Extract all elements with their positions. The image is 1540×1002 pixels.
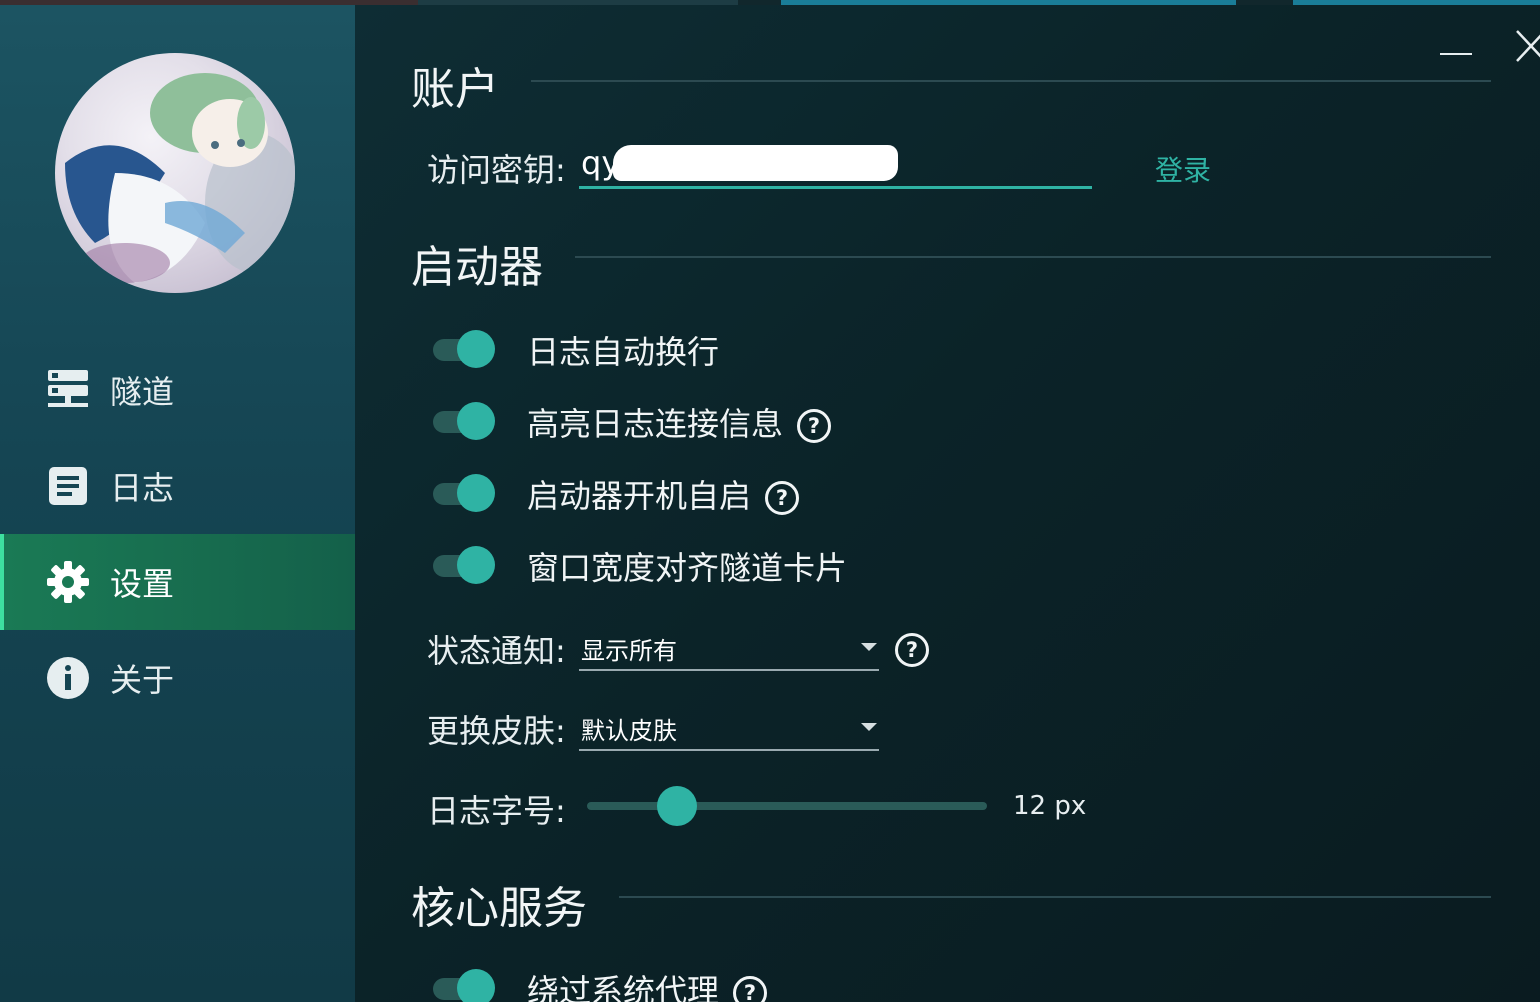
access-key-label: 访问密钥:	[427, 151, 566, 189]
sidebar-item-label: 关于	[110, 661, 175, 699]
log-document-icon	[46, 464, 90, 508]
sidebar-item-about[interactable]: 关于	[0, 630, 355, 726]
close-button[interactable]	[1513, 27, 1540, 67]
notify-label: 状态通知:	[427, 632, 566, 670]
section-divider	[619, 896, 1491, 898]
minimize-icon	[1440, 53, 1472, 55]
sidebar-item-logs[interactable]: 日志	[0, 438, 355, 534]
setting-row: 启动器开机自启?	[431, 472, 800, 516]
notify-select[interactable]: 显示所有	[579, 627, 879, 671]
slider-track	[587, 802, 987, 810]
skin-label: 更换皮肤:	[427, 712, 566, 750]
log-font-size-label: 日志字号:	[427, 792, 566, 830]
setting-row: 日志自动换行	[431, 328, 719, 372]
help-icon[interactable]: ?	[895, 633, 929, 667]
section-title-launcher: 启动器	[411, 242, 543, 293]
settings-panel: 账户 访问密钥: 登录 启动器 日志自动换行 高亮日志连接信息? 启动器开机自启…	[355, 5, 1540, 1002]
help-icon[interactable]: ?	[765, 481, 800, 515]
log-font-size-value: 12 px	[1013, 791, 1087, 821]
login-button[interactable]: 登录	[1155, 149, 1211, 189]
toggle-label: 高亮日志连接信息?	[527, 399, 832, 445]
notify-select-value: 显示所有	[581, 637, 677, 665]
sidebar-item-label: 日志	[110, 469, 175, 507]
slider-handle[interactable]	[657, 786, 697, 826]
chevron-down-icon	[861, 643, 877, 651]
close-icon	[1516, 30, 1540, 62]
bypass-proxy-toggle[interactable]	[431, 967, 495, 1002]
info-icon	[46, 656, 90, 700]
chevron-down-icon	[861, 723, 877, 731]
settings-window: 隧道 日志 设置 关于 账户 访问密钥: qy 登录 启动器 日志自动换行 高亮…	[0, 0, 1540, 1002]
tunnel-server-icon	[46, 368, 90, 412]
skin-select-value: 默认皮肤	[581, 717, 677, 745]
autostart-toggle[interactable]	[431, 472, 495, 516]
help-icon[interactable]: ?	[733, 976, 768, 1002]
toggle-label: 日志自动换行	[527, 333, 720, 371]
toggle-label: 窗口宽度对齐隧道卡片	[527, 549, 848, 587]
avatar[interactable]	[55, 53, 295, 293]
setting-row: 高亮日志连接信息?	[431, 400, 832, 444]
sidebar-item-label: 设置	[110, 565, 175, 603]
redaction-mark	[613, 145, 898, 181]
section-title-core: 核心服务	[411, 883, 587, 934]
help-icon[interactable]: ?	[797, 409, 832, 443]
avatar-illustration	[65, 73, 295, 283]
sidebar-item-settings[interactable]: 设置	[0, 534, 355, 630]
section-title-account: 账户	[411, 64, 499, 115]
highlight-log-toggle[interactable]	[431, 400, 495, 444]
sidebar-item-tunnels[interactable]: 隧道	[0, 342, 355, 438]
toggle-label: 绕过系统代理?	[527, 966, 768, 1002]
setting-row: 窗口宽度对齐隧道卡片	[431, 544, 847, 588]
sidebar-item-label: 隧道	[110, 373, 175, 411]
toggle-label: 启动器开机自启?	[527, 471, 800, 517]
log-font-size-slider[interactable]	[587, 784, 989, 828]
log-wrap-toggle[interactable]	[431, 328, 495, 372]
section-divider	[531, 80, 1491, 82]
sidebar: 隧道 日志 设置 关于	[0, 5, 355, 1002]
align-width-toggle[interactable]	[431, 544, 495, 588]
section-divider	[575, 256, 1491, 258]
setting-row: 绕过系统代理?	[431, 967, 768, 1002]
skin-select[interactable]: 默认皮肤	[579, 707, 879, 751]
gear-icon	[46, 560, 90, 604]
minimize-button[interactable]	[1437, 27, 1477, 67]
